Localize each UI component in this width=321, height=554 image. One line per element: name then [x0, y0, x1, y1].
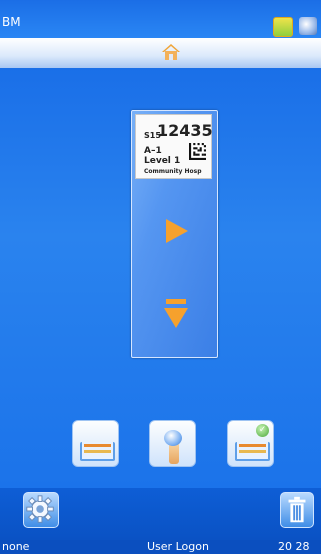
- settings-button[interactable]: [23, 492, 59, 528]
- play-icon[interactable]: [166, 219, 188, 243]
- tray-icon: [80, 442, 115, 461]
- status-bar: BM: [0, 0, 321, 38]
- hand-touch-icon: [164, 430, 182, 464]
- trash-icon: [288, 496, 306, 523]
- cassette-icon[interactable]: [273, 17, 293, 37]
- bottom-status-bar: none User Logon 20 28: [0, 540, 321, 554]
- tray-check-button[interactable]: ✓: [227, 420, 274, 467]
- label-hospital: Community Hosp: [144, 168, 202, 175]
- status-user[interactable]: User Logon: [147, 540, 209, 554]
- tray-check-icon: [235, 442, 270, 461]
- check-icon: ✓: [256, 424, 269, 437]
- touch-button[interactable]: [149, 420, 196, 467]
- home-icon[interactable]: [161, 42, 181, 62]
- status-time: 20 28: [278, 540, 310, 553]
- tray-button[interactable]: [72, 420, 119, 467]
- datamatrix-icon: [189, 143, 206, 160]
- people-icon[interactable]: [299, 17, 317, 35]
- status-left: none: [2, 540, 30, 553]
- delete-button[interactable]: [280, 492, 314, 528]
- cassette-label: S15 12435 A–1 Level 1 Community Hosp: [135, 114, 213, 179]
- cassette-panel[interactable]: S15 12435 A–1 Level 1 Community Hosp: [131, 110, 218, 358]
- eject-down-icon[interactable]: [164, 299, 188, 331]
- label-number: 12435: [157, 121, 213, 140]
- label-level: Level 1: [144, 156, 181, 166]
- gear-icon: [26, 495, 54, 523]
- label-slot: A–1: [144, 146, 162, 156]
- app-title: BM: [2, 15, 21, 29]
